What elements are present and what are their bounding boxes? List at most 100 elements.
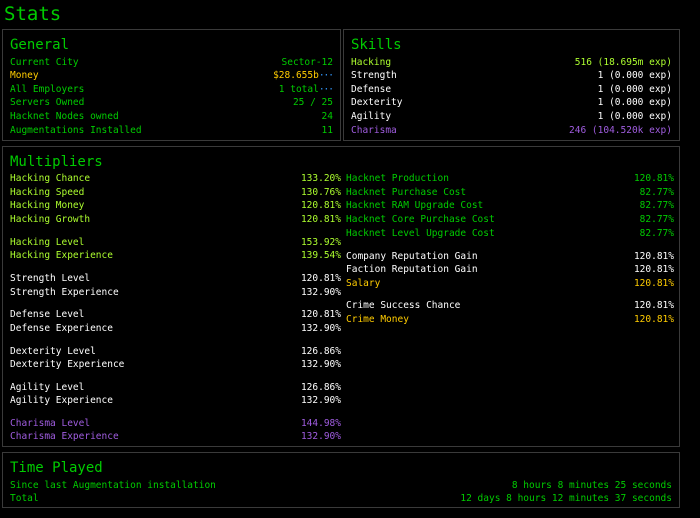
multiplier-value-text: 132.90% (300, 395, 341, 406)
skill-row: Dexterity 1 (0.000 exp) (351, 96, 672, 109)
multiplier-value: 120.81% (301, 308, 341, 321)
general-label: Servers Owned (10, 97, 85, 108)
multiplier-row: Salary 120.81% (346, 277, 674, 290)
skill-value: 246 (104.520k exp) (569, 124, 672, 137)
time-played-value: 8 hours 8 minutes 25 seconds (512, 479, 672, 492)
multiplier-row: Charisma Level 144.98% (10, 417, 341, 430)
multiplier-value: 82.77% (640, 199, 674, 212)
multiplier-row: Crime Money 120.81% (346, 313, 674, 326)
multiplier-row: Dexterity Level 126.86% (10, 345, 341, 358)
multiplier-row: Faction Reputation Gain 120.81% (346, 263, 674, 276)
skill-value: 1 (0.000 exp) (598, 69, 672, 82)
multiplier-value-text: 120.81% (300, 200, 341, 211)
general-value-text: 1 total (278, 84, 319, 95)
multiplier-label: Hacknet RAM Upgrade Cost (346, 200, 484, 211)
general-value[interactable]: $28.655b··· (273, 69, 334, 82)
multiplier-value: 153.92% (301, 236, 341, 249)
skill-row: Strength 1 (0.000 exp) (351, 69, 672, 82)
multiplier-label: Faction Reputation Gain (346, 264, 478, 275)
multiplier-row: Dexterity Experience 132.90% (10, 358, 341, 371)
skill-label: Defense (351, 84, 392, 95)
general-label: Money (10, 70, 39, 81)
general-row: Current City Sector-12 (10, 56, 333, 69)
multiplier-value: 132.90% (301, 286, 341, 299)
multiplier-label: Hacknet Core Purchase Cost (346, 214, 495, 225)
multiplier-label: Hacking Money (10, 200, 85, 211)
multiplier-value: 82.77% (640, 213, 674, 226)
general-value: 11 (322, 124, 333, 137)
multiplier-value: 120.81% (634, 250, 674, 263)
multiplier-value: 120.81% (634, 313, 674, 326)
time-played-row: Since last Augmentation installation 8 ho… (10, 479, 672, 492)
multiplier-label: Hacking Level (10, 237, 85, 248)
general-value: 24 (322, 110, 333, 123)
multiplier-label: Hacking Growth (10, 214, 91, 225)
multiplier-value: 133.20% (301, 172, 341, 185)
multiplier-row: Agility Level 126.86% (10, 381, 341, 394)
skill-label: Agility (351, 111, 392, 122)
multiplier-label: Strength Experience (10, 287, 119, 298)
multiplier-value-text: 126.86% (300, 346, 341, 357)
skills-title: Skills (351, 37, 402, 53)
multiplier-value: 120.81% (634, 277, 674, 290)
multiplier-row: Hacknet Production 120.81% (346, 172, 674, 185)
skill-value-text: 246 (104.520k exp) (569, 125, 672, 136)
multiplier-value: 132.90% (301, 358, 341, 371)
general-row: Servers Owned 25 / 25 (10, 96, 333, 109)
multiplier-value-text: 139.54% (300, 250, 341, 261)
multiplier-label: Charisma Level (10, 418, 91, 429)
multiplier-row: Agility Experience 132.90% (10, 394, 341, 407)
general-label: All Employers (10, 84, 85, 95)
general-row: Augmentations Installed 11 (10, 124, 333, 137)
multiplier-value-text: 120.81% (633, 278, 674, 289)
multiplier-row: Hacking Experience 139.54% (10, 249, 341, 262)
multiplier-value: 144.98% (301, 417, 341, 430)
multiplier-value-text: 120.81% (300, 273, 341, 284)
multiplier-value: 120.81% (301, 272, 341, 285)
more-info-icon[interactable]: ··· (319, 70, 334, 81)
more-info-icon[interactable]: ··· (319, 84, 334, 95)
multiplier-value: 82.77% (640, 186, 674, 199)
multiplier-row: Hacknet Purchase Cost 82.77% (346, 186, 674, 199)
skill-value: 1 (0.000 exp) (598, 96, 672, 109)
multiplier-value: 132.90% (301, 430, 341, 443)
time-played-row: Total 12 days 8 hours 12 minutes 37 secon… (10, 492, 672, 505)
multiplier-row: Hacknet RAM Upgrade Cost 82.77% (346, 199, 674, 212)
skill-row: Charisma 246 (104.520k exp) (351, 124, 672, 137)
general-panel: General Current City Sector-12 Money $28.65… (2, 29, 341, 141)
time-played-value-text: 8 hours 8 minutes 25 seconds (511, 480, 672, 491)
multiplier-label: Agility Experience (10, 395, 113, 406)
multiplier-row: Charisma Experience 132.90% (10, 430, 341, 443)
multiplier-value: 132.90% (301, 322, 341, 335)
multiplier-value-text: 132.90% (300, 359, 341, 370)
multiplier-value-text: 153.92% (300, 237, 341, 248)
skill-value: 1 (0.000 exp) (598, 83, 672, 96)
skills-panel: Skills Hacking 516 (18.695m exp) Strength 1… (343, 29, 680, 141)
multiplier-row: Hacking Money 120.81% (10, 199, 341, 212)
multiplier-value-text: 126.86% (300, 382, 341, 393)
general-value-text: 24 (321, 111, 333, 122)
multiplier-row: Company Reputation Gain 120.81% (346, 250, 674, 263)
general-label: Augmentations Installed (10, 125, 142, 136)
general-value[interactable]: 1 total··· (278, 83, 334, 96)
general-row: Money $28.655b··· (10, 69, 334, 82)
multiplier-row: Hacking Level 153.92% (10, 236, 341, 249)
multiplier-value: 120.81% (634, 263, 674, 276)
multiplier-row: Defense Level 120.81% (10, 308, 341, 321)
multiplier-value-text: 82.77% (639, 214, 674, 225)
skill-row: Agility 1 (0.000 exp) (351, 110, 672, 123)
skill-value-text: 1 (0.000 exp) (597, 70, 672, 81)
multiplier-value: 120.81% (634, 172, 674, 185)
general-value-text: $28.655b (273, 70, 319, 81)
skill-label: Strength (351, 70, 397, 81)
multiplier-value-text: 120.81% (300, 309, 341, 320)
time-played-label: Total (10, 493, 39, 504)
multiplier-row: Hacknet Core Purchase Cost 82.77% (346, 213, 674, 226)
multiplier-value-text: 133.20% (300, 173, 341, 184)
general-title: General (10, 37, 70, 53)
multiplier-value-text: 120.81% (633, 300, 674, 311)
multiplier-value: 126.86% (301, 345, 341, 358)
multiplier-label: Agility Level (10, 382, 85, 393)
multiplier-label: Strength Level (10, 273, 91, 284)
multiplier-row: Hacknet Level Upgrade Cost 82.77% (346, 227, 674, 240)
